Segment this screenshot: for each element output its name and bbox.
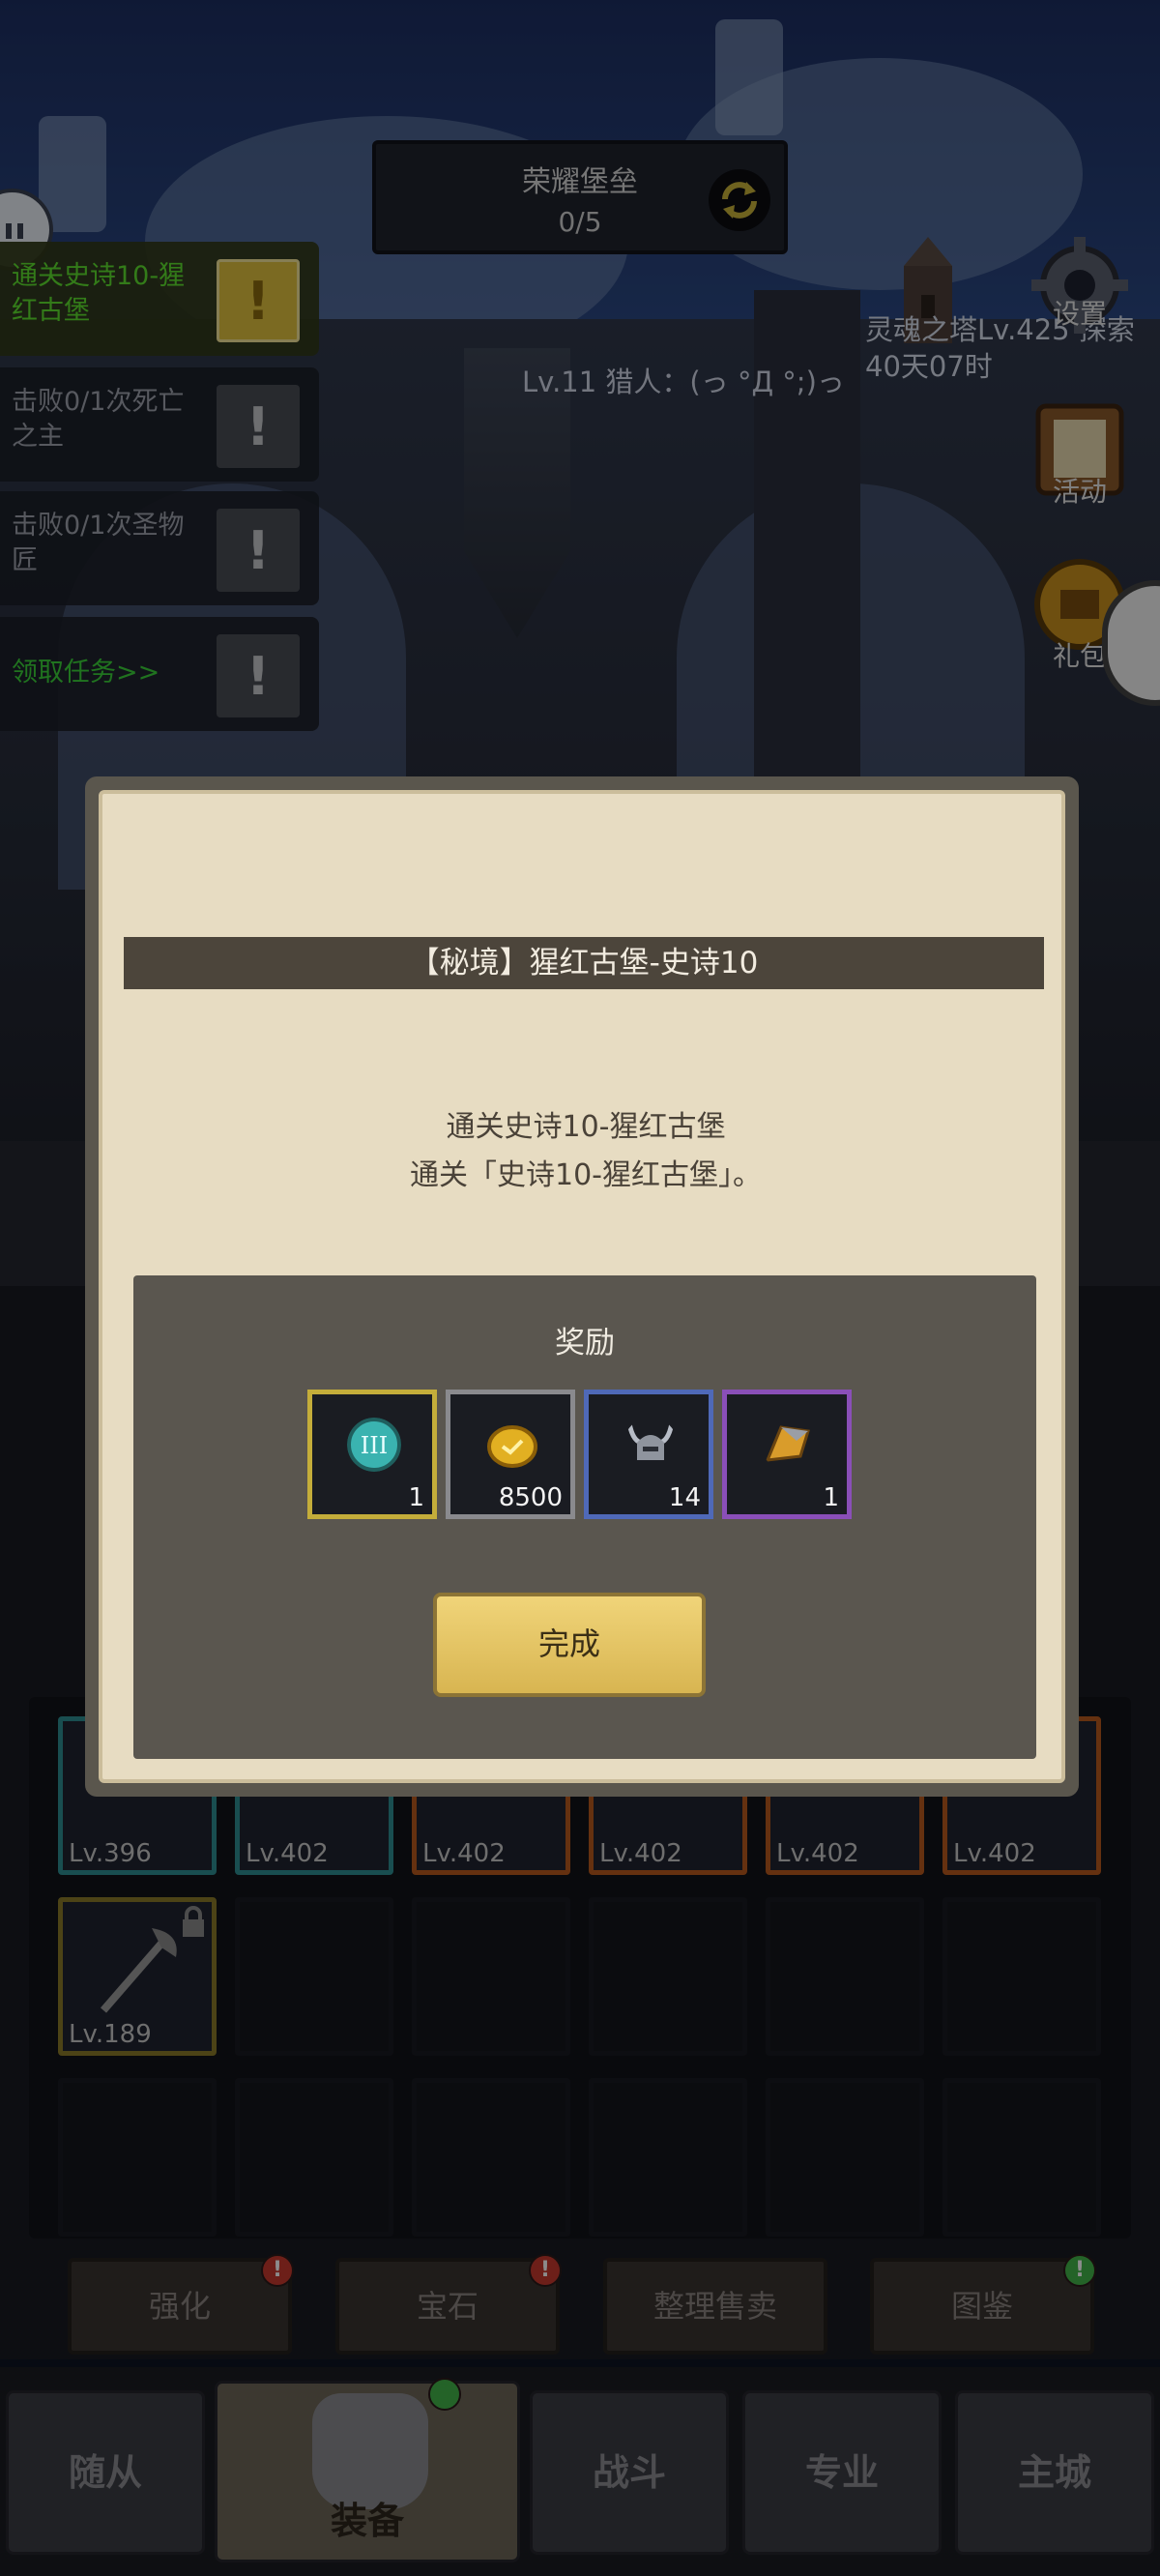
description-line: 通关史诗10-猩红古堡 [446,1110,726,1144]
dialog-title: 【秘境】猩红古堡-史诗10 [124,937,1044,989]
reward-item[interactable]: 14 [584,1390,713,1519]
gold-coin-icon [487,1425,537,1468]
reward-quantity: 8500 [498,1483,563,1512]
dialog-paper: 【秘境】猩红古堡-史诗10 通关史诗10-猩红古堡 通关「史诗10-猩红古堡」。… [99,790,1065,1783]
ore-shard-icon [765,1425,810,1462]
reward-quantity: 14 [668,1483,701,1512]
reward-title: 奖励 [555,1326,615,1361]
horned-helmet-icon [626,1422,675,1460]
quest-complete-dialog: 【秘境】猩红古堡-史诗10 通关史诗10-猩红古堡 通关「史诗10-猩红古堡」。… [85,776,1079,1797]
svg-text:III: III [361,1432,388,1459]
reward-items: III 1 8500 14 1 [307,1390,868,1525]
reward-item[interactable]: 8500 [446,1390,575,1519]
dialog-description: 通关史诗10-猩红古堡 通关「史诗10-猩红古堡」。 [102,1103,1069,1200]
reward-item[interactable]: III 1 [307,1390,437,1519]
tier-3-medal-icon: III [347,1418,401,1472]
description-line: 通关「史诗10-猩红古堡」。 [410,1158,762,1192]
reward-panel: 奖励 III 1 8500 14 1 完成 [133,1275,1036,1759]
reward-quantity: 1 [408,1483,424,1512]
reward-item[interactable]: 1 [722,1390,852,1519]
reward-quantity: 1 [823,1483,839,1512]
complete-button[interactable]: 完成 [433,1593,706,1697]
